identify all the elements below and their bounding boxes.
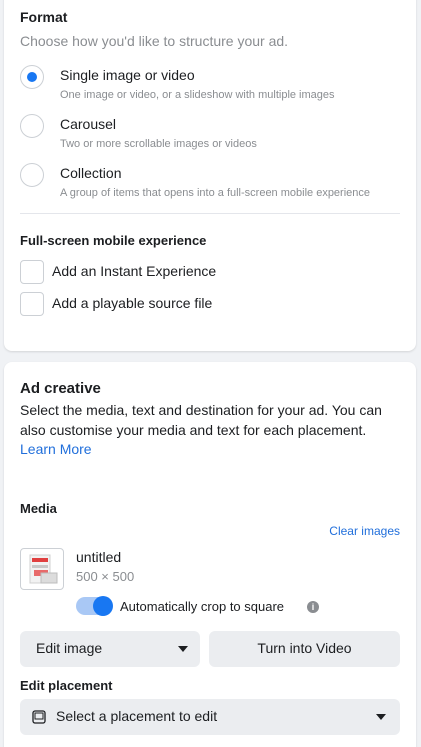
format-title: Format bbox=[20, 9, 68, 25]
clear-images-link[interactable]: Clear images bbox=[329, 524, 400, 538]
edit-placement-title: Edit placement bbox=[20, 678, 113, 693]
playable-source-option[interactable]: Add a playable source file bbox=[4, 290, 416, 318]
ad-creative-description: Select the media, text and destination f… bbox=[20, 402, 382, 438]
placement-select[interactable]: Select a placement to edit bbox=[20, 699, 400, 735]
carousel-radio[interactable] bbox=[20, 114, 44, 138]
media-thumbnail[interactable] bbox=[20, 548, 64, 590]
info-icon[interactable]: i bbox=[307, 601, 319, 613]
instant-experience-checkbox[interactable] bbox=[20, 260, 44, 284]
toggle-knob bbox=[93, 596, 113, 616]
media-title: Media bbox=[20, 501, 57, 516]
learn-more-link[interactable]: Learn More bbox=[20, 441, 92, 457]
collection-description: A group of items that opens into a full-… bbox=[60, 187, 371, 199]
playable-source-label: Add a playable source file bbox=[52, 295, 213, 311]
collection-radio[interactable] bbox=[20, 163, 44, 187]
chevron-down-icon bbox=[178, 646, 188, 652]
single-image-label: Single image or video bbox=[60, 67, 195, 83]
collection-label: Collection bbox=[60, 165, 122, 181]
format-option-collection[interactable]: Collection A group of items that opens i… bbox=[4, 160, 416, 204]
image-preview-icon bbox=[29, 554, 58, 584]
carousel-label: Carousel bbox=[60, 116, 117, 132]
format-divider bbox=[20, 213, 400, 214]
turn-into-video-label: Turn into Video bbox=[257, 640, 352, 656]
format-card: Format Choose how you'd like to structur… bbox=[4, 0, 416, 351]
carousel-description: Two or more scrollable images or videos bbox=[60, 138, 257, 150]
format-option-single-image[interactable]: Single image or video One image or video… bbox=[4, 62, 416, 106]
format-option-carousel[interactable]: Carousel Two or more scrollable images o… bbox=[4, 111, 416, 155]
playable-source-checkbox[interactable] bbox=[20, 292, 44, 316]
placement-select-label: Select a placement to edit bbox=[56, 708, 218, 724]
ad-creative-title: Ad creative bbox=[20, 380, 101, 397]
auto-crop-label: Automatically crop to square bbox=[120, 599, 285, 614]
instant-experience-label: Add an Instant Experience bbox=[52, 263, 217, 279]
fullscreen-title: Full-screen mobile experience bbox=[20, 233, 207, 248]
media-file-dimensions: 500 × 500 bbox=[76, 569, 135, 584]
chevron-down-icon bbox=[376, 714, 386, 720]
format-subtitle: Choose how you'd like to structure your … bbox=[20, 33, 289, 49]
turn-into-video-button[interactable]: Turn into Video bbox=[209, 631, 400, 667]
single-image-description: One image or video, or a slideshow with … bbox=[60, 89, 335, 101]
single-image-radio[interactable] bbox=[20, 65, 44, 89]
ad-creative-card: Ad creative Select the media, text and d… bbox=[4, 362, 416, 747]
edit-image-button[interactable]: Edit image bbox=[20, 631, 200, 667]
media-file-name: untitled bbox=[76, 549, 122, 565]
edit-image-label: Edit image bbox=[36, 640, 103, 656]
instant-experience-option[interactable]: Add an Instant Experience bbox=[4, 258, 416, 286]
placement-device-icon bbox=[32, 710, 46, 724]
auto-crop-toggle[interactable] bbox=[76, 596, 113, 616]
